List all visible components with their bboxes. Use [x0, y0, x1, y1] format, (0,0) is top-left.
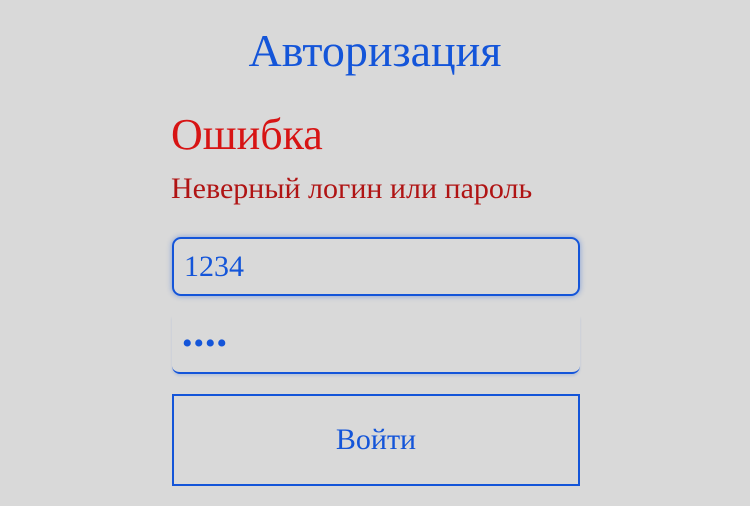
- error-message: Неверный логин или пароль: [171, 172, 533, 205]
- login-input[interactable]: [172, 237, 580, 296]
- error-heading: Ошибка: [171, 110, 323, 159]
- login-button[interactable]: Войти: [172, 394, 580, 486]
- page-title: Авторизация: [248, 25, 502, 76]
- password-input[interactable]: [172, 316, 580, 374]
